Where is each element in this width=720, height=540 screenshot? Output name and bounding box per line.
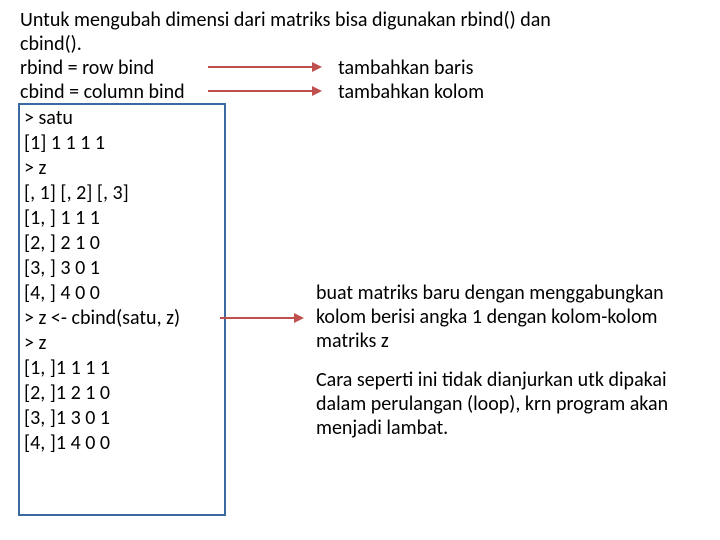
note-performance: Cara seperti ini tidak dianjurkan utk di… — [316, 368, 696, 440]
intro-line-1: Untuk mengubah dimensi dari matriks bisa… — [20, 8, 551, 32]
code-line: [1] 1 1 1 1 — [24, 131, 105, 155]
code-line: > satu — [24, 106, 73, 130]
code-line: [, 1] [, 2] [, 3] — [24, 181, 129, 205]
code-line: > z — [24, 156, 46, 180]
code-line: [1, ]1 1 1 1 — [24, 356, 110, 380]
code-line: [1, ] 1 1 1 — [24, 206, 100, 230]
code-line: [3, ] 3 0 1 — [24, 256, 100, 280]
code-line: [4, ] 4 0 0 — [24, 281, 100, 305]
rbind-def: rbind = row bind — [20, 56, 154, 80]
code-line: [3, ]1 3 0 1 — [24, 406, 110, 430]
cbind-def: cbind = column bind — [20, 80, 185, 104]
note-cbind-explain: buat matriks baru dengan menggabungkan k… — [316, 281, 696, 353]
slide: Untuk mengubah dimensi dari matriks bisa… — [0, 0, 720, 540]
rbind-result: tambahkan baris — [338, 56, 473, 80]
intro-line-2: cbind(). — [20, 32, 82, 56]
code-line: > z <- cbind(satu, z) — [24, 306, 180, 330]
code-line: [4, ]1 4 0 0 — [24, 431, 110, 455]
code-line: [2, ]1 2 1 0 — [24, 381, 110, 405]
cbind-result: tambahkan kolom — [338, 80, 484, 104]
code-line: [2, ] 2 1 0 — [24, 231, 100, 255]
code-line: > z — [24, 331, 46, 355]
